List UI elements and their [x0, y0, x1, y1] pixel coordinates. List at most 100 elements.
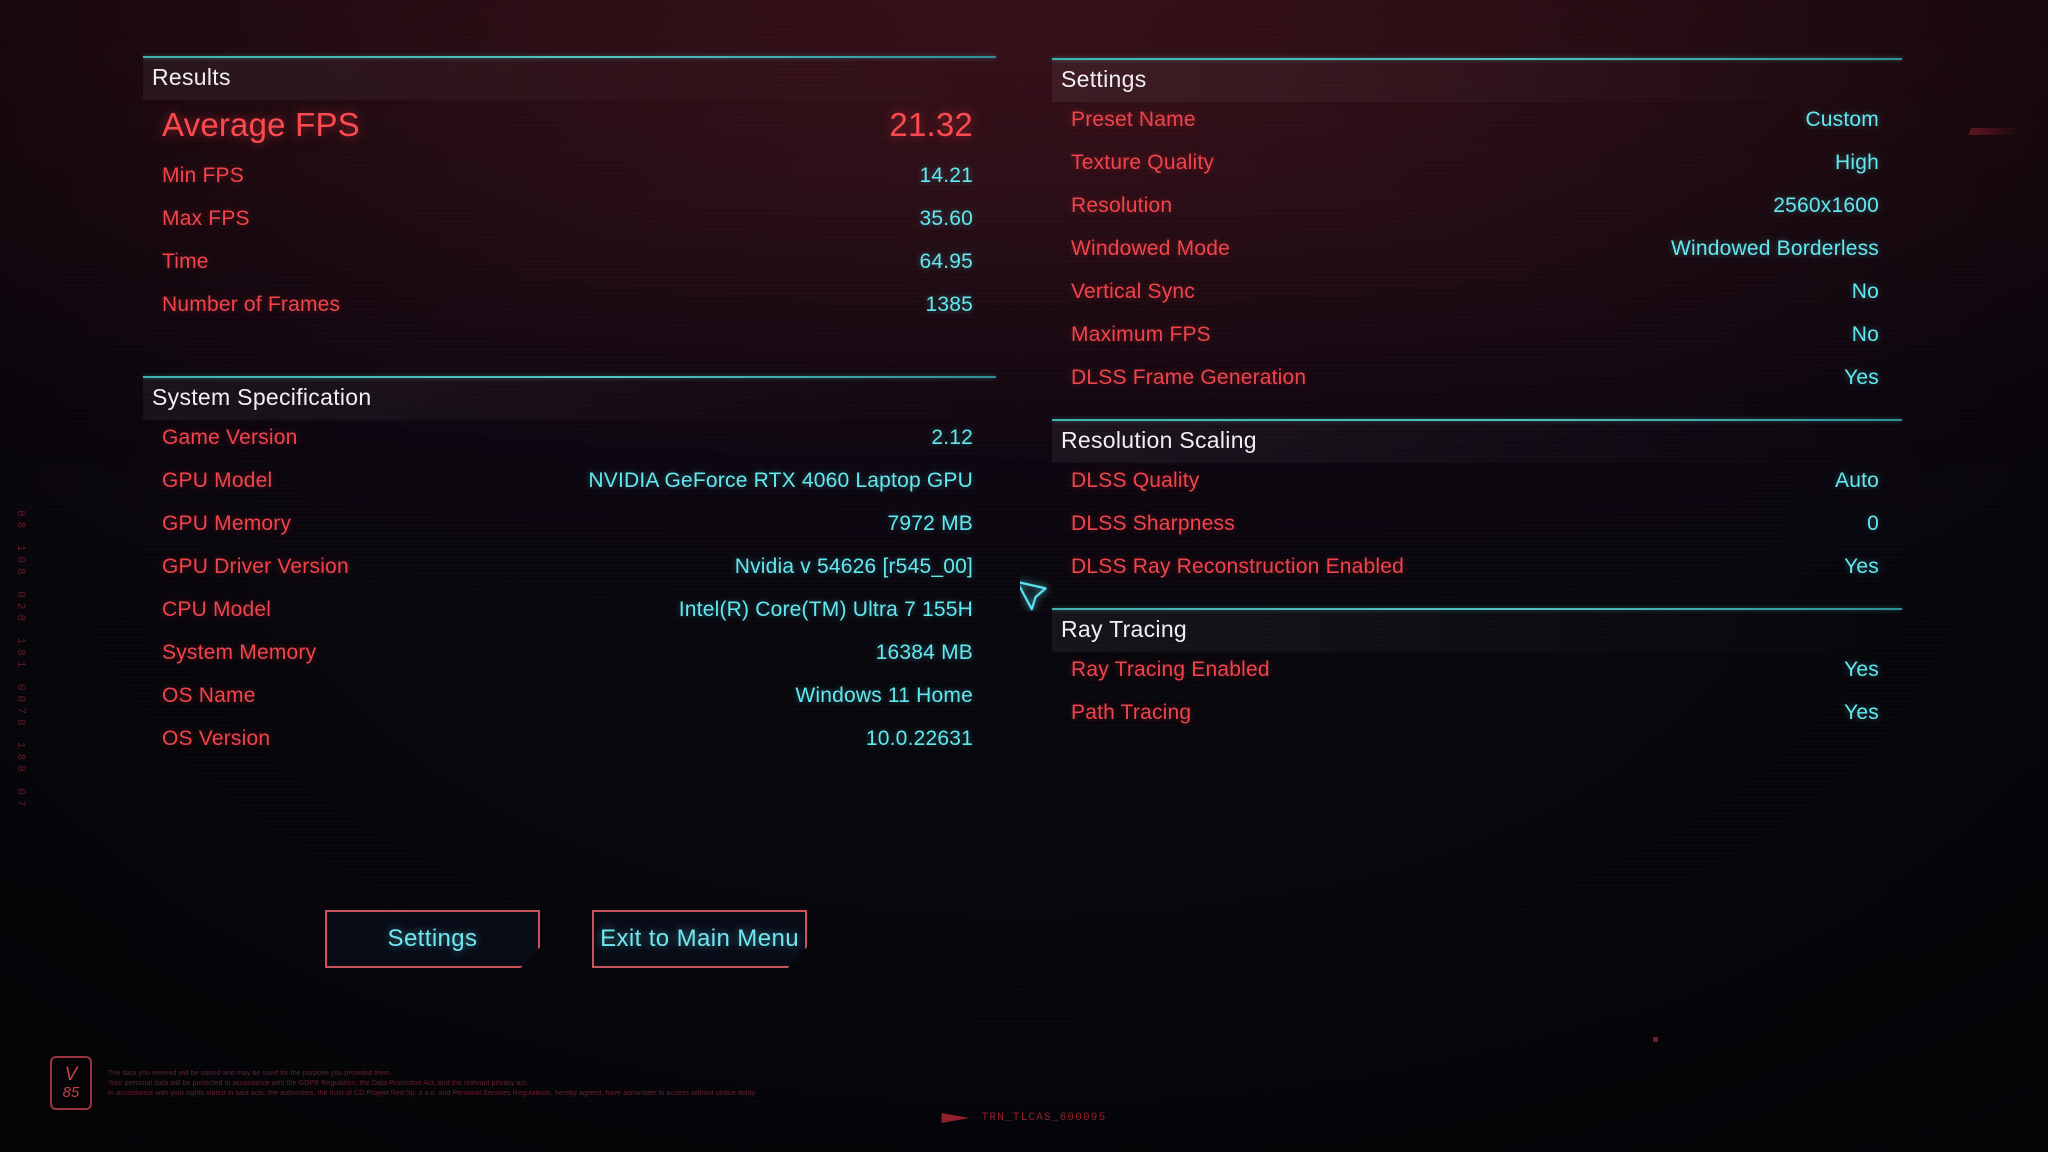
row-label: Ray Tracing Enabled: [1071, 658, 1270, 681]
row-value: 0: [1867, 512, 1879, 535]
row-value: 7972 MB: [887, 512, 973, 535]
table-row-gpu-model: GPU Model NVIDIA GeForce RTX 4060 Laptop…: [152, 469, 987, 512]
row-label: Resolution: [1071, 194, 1173, 217]
rating-badge: V 85: [50, 1056, 92, 1110]
settings-button[interactable]: Settings: [325, 910, 540, 968]
row-value: No: [1851, 280, 1879, 303]
section-header-system-specification: System Specification: [143, 378, 996, 420]
rating-badge-bottom: 85: [62, 1084, 80, 1102]
section-system-specification: System Specification Game Version 2.12 G…: [143, 376, 996, 770]
rows-resolution-scaling: DLSS Quality Auto DLSS Sharpness 0 DLSS …: [1052, 463, 1902, 598]
row-value: NVIDIA GeForce RTX 4060 Laptop GPU: [588, 469, 973, 492]
section-header-settings: Settings: [1052, 60, 1902, 102]
table-row-number-of-frames: Number of Frames 1385: [152, 293, 987, 336]
arrow-cursor-icon: [1016, 580, 1047, 611]
section-title: Settings: [1061, 66, 1147, 92]
row-label: Windowed Mode: [1071, 237, 1231, 260]
table-row-dlss-sharpness: DLSS Sharpness 0: [1061, 512, 1893, 555]
row-label: DLSS Frame Generation: [1071, 366, 1307, 389]
row-value: Yes: [1844, 555, 1879, 578]
table-row-dlss-ray-reconstruction-enabled: DLSS Ray Reconstruction Enabled Yes: [1061, 555, 1893, 598]
row-value: Yes: [1844, 701, 1879, 724]
table-row-game-version: Game Version 2.12: [152, 426, 987, 469]
rows-ray-tracing: Ray Tracing Enabled Yes Path Tracing Yes: [1052, 652, 1902, 744]
row-label: GPU Model: [162, 469, 273, 492]
top-right-decoration: [1968, 128, 2018, 135]
table-row-max-fps: Max FPS 35.60: [152, 207, 987, 250]
rows-results: Average FPS 21.32 Min FPS 14.21 Max FPS …: [143, 100, 996, 336]
row-value: Windows 11 Home: [795, 684, 973, 707]
settings-panel: Settings Preset Name Custom Texture Qual…: [1052, 58, 1902, 748]
row-label: Min FPS: [162, 164, 244, 187]
row-value: 16384 MB: [875, 641, 973, 664]
table-row-cpu-model: CPU Model Intel(R) Core(TM) Ultra 7 155H: [152, 598, 987, 641]
table-row-gpu-driver-version: GPU Driver Version Nvidia v 54626 [r545_…: [152, 555, 987, 598]
row-label: OS Version: [162, 727, 271, 750]
row-value: Yes: [1844, 658, 1879, 681]
section-results: Results Average FPS 21.32 Min FPS 14.21 …: [143, 56, 996, 336]
row-label: GPU Memory: [162, 512, 292, 535]
row-value: 2.12: [931, 426, 973, 449]
row-value: 2560x1600: [1773, 194, 1879, 217]
mouse-cursor: [1016, 572, 1054, 617]
table-row-preset-name: Preset Name Custom: [1061, 108, 1893, 151]
rating-badge-top: V: [64, 1064, 78, 1086]
table-row-vertical-sync: Vertical Sync No: [1061, 280, 1893, 323]
row-label: OS Name: [162, 684, 256, 707]
table-row-maximum-fps: Maximum FPS No: [1061, 323, 1893, 366]
row-label: Preset Name: [1071, 108, 1196, 131]
table-row-dlss-frame-generation: DLSS Frame Generation Yes: [1061, 366, 1893, 409]
table-row-system-memory: System Memory 16384 MB: [152, 641, 987, 684]
table-row-min-fps: Min FPS 14.21: [152, 164, 987, 207]
decorative-dot: [1653, 1037, 1658, 1042]
results-panel: Results Average FPS 21.32 Min FPS 14.21 …: [143, 56, 996, 774]
row-value: Nvidia v 54626 [r545_00]: [734, 555, 973, 578]
section-header-resolution-scaling: Resolution Scaling: [1052, 421, 1902, 463]
section-title: System Specification: [152, 384, 372, 410]
table-row-path-tracing: Path Tracing Yes: [1061, 701, 1893, 744]
section-resolution-scaling: Resolution Scaling DLSS Quality Auto DLS…: [1052, 419, 1902, 598]
row-label: Path Tracing: [1071, 701, 1192, 724]
row-label: Average FPS: [162, 106, 360, 143]
row-value: 14.21: [919, 164, 973, 187]
section-title: Resolution Scaling: [1061, 427, 1257, 453]
table-row-average-fps: Average FPS 21.32: [152, 106, 987, 164]
row-value: Intel(R) Core(TM) Ultra 7 155H: [678, 598, 973, 621]
table-row-resolution: Resolution 2560x1600: [1061, 194, 1893, 237]
row-label: DLSS Quality: [1071, 469, 1200, 492]
legal-block: V 85 The data you entered will be stored…: [50, 1056, 757, 1110]
row-value: High: [1835, 151, 1879, 174]
table-row-gpu-memory: GPU Memory 7972 MB: [152, 512, 987, 555]
row-label: Texture Quality: [1071, 151, 1215, 174]
row-label: DLSS Ray Reconstruction Enabled: [1071, 555, 1405, 578]
table-row-time: Time 64.95: [152, 250, 987, 293]
table-row-texture-quality: Texture Quality High: [1061, 151, 1893, 194]
row-label: DLSS Sharpness: [1071, 512, 1235, 535]
legal-line: The data you entered will be stored and …: [108, 1069, 393, 1077]
rows-system-specification: Game Version 2.12 GPU Model NVIDIA GeFor…: [143, 420, 996, 770]
section-title: Results: [152, 64, 231, 90]
row-value: Custom: [1805, 108, 1879, 131]
legal-line: In accordance with your rights stated in…: [108, 1089, 757, 1097]
table-row-os-version: OS Version 10.0.22631: [152, 727, 987, 770]
row-label: Maximum FPS: [1071, 323, 1211, 346]
arrow-icon: [941, 1113, 970, 1123]
table-row-dlss-quality: DLSS Quality Auto: [1061, 469, 1893, 512]
row-value: 10.0.22631: [865, 727, 973, 750]
table-row-windowed-mode: Windowed Mode Windowed Borderless: [1061, 237, 1893, 280]
section-settings: Settings Preset Name Custom Texture Qual…: [1052, 58, 1902, 409]
section-ray-tracing: Ray Tracing Ray Tracing Enabled Yes Path…: [1052, 608, 1902, 744]
row-value: Yes: [1844, 366, 1879, 389]
build-id: TRN_TLCAS_600095: [941, 1112, 1107, 1124]
row-value: Windowed Borderless: [1670, 237, 1879, 260]
exit-to-main-menu-button[interactable]: Exit to Main Menu: [592, 910, 807, 968]
row-value: Auto: [1835, 469, 1879, 492]
settings-button-label: Settings: [387, 925, 478, 952]
legal-text: The data you entered will be stored and …: [108, 1070, 757, 1097]
build-id-text: TRN_TLCAS_600095: [981, 1112, 1107, 1124]
row-label: GPU Driver Version: [162, 555, 349, 578]
rows-settings: Preset Name Custom Texture Quality High …: [1052, 102, 1902, 409]
side-decorative-code: 88 108 028 181 0078 188 07: [14, 510, 26, 812]
table-row-ray-tracing-enabled: Ray Tracing Enabled Yes: [1061, 658, 1893, 701]
